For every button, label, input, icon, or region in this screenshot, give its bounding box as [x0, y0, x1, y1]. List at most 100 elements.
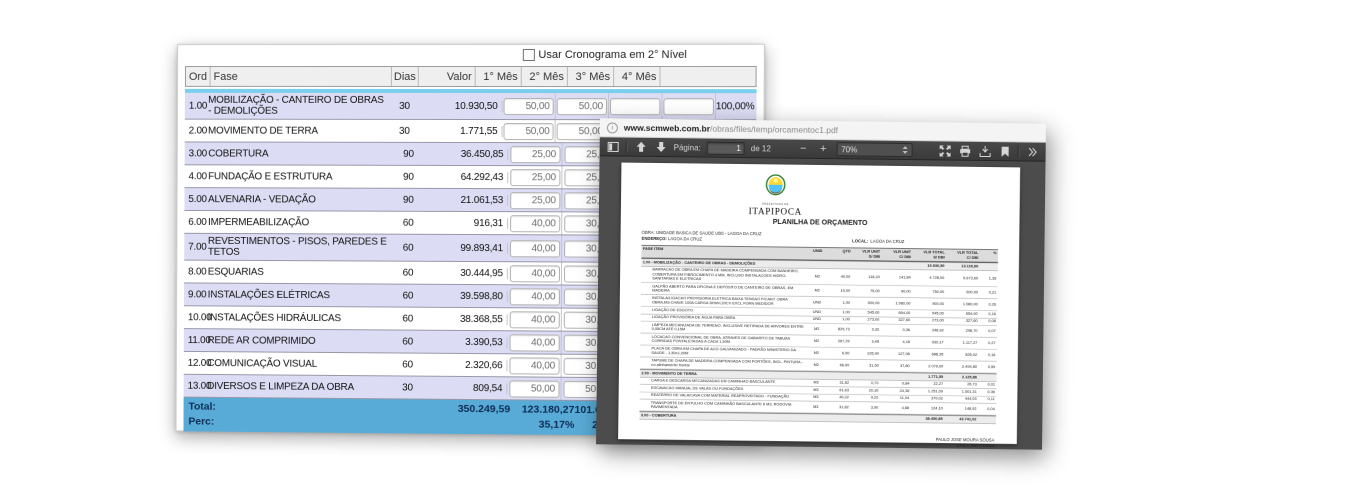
- row-mes-1-cell: 25,00: [508, 189, 562, 211]
- mes-4-percent-input[interactable]: [663, 98, 714, 115]
- mes-1-percent-input[interactable]: 40,00: [510, 215, 560, 232]
- row-valor: 36.450,85: [422, 148, 508, 159]
- row-valor: 1.771,55: [418, 125, 502, 136]
- row-dias: 60: [394, 267, 422, 278]
- row-valor: 3.390,53: [422, 336, 508, 348]
- page-count: de 12: [751, 144, 771, 153]
- row-mes-1-cell: 50,00: [503, 93, 556, 119]
- row-dias: 90: [395, 148, 423, 159]
- row-fase: REVESTIMENTOS - PISOS, PAREDES E TETOS: [208, 234, 394, 261]
- col-dias: Dias: [392, 67, 419, 86]
- usar-cronograma-label: Usar Cronograma em 2° Nível: [538, 49, 686, 61]
- row-ord: 11.00: [184, 335, 208, 346]
- page-up-icon[interactable]: [634, 140, 648, 154]
- total-mes-1: 123.180,27: [522, 403, 575, 415]
- cronograma-table-header: Ord Fase Dias Valor 1° Mês 2° Mês 3° Mês…: [185, 66, 757, 87]
- page-label: Página:: [674, 143, 701, 152]
- perc-mes-1: 35,17%: [539, 419, 575, 431]
- mes-1-percent-input[interactable]: 25,00: [510, 169, 560, 186]
- row-ord: 8.00: [184, 266, 208, 277]
- mes-1-percent-input[interactable]: 50,00: [503, 123, 553, 140]
- row-valor: 38.368,55: [422, 313, 508, 325]
- row-ord: 3.00: [185, 148, 209, 159]
- mes-1-percent-input[interactable]: 40,00: [509, 357, 559, 374]
- print-icon[interactable]: [958, 144, 972, 158]
- pdf-viewer-canvas[interactable]: PREFEITURA DE ITAPIPOCA PLANILHA DE ORÇA…: [596, 156, 1045, 449]
- row-fase: FUNDAÇÃO E ESTRUTURA: [208, 169, 394, 184]
- mes-1-percent-input[interactable]: 40,00: [509, 288, 559, 305]
- row-mes-1-cell: 40,00: [508, 308, 562, 330]
- mes-1-percent-input[interactable]: 25,00: [510, 192, 560, 209]
- url-text[interactable]: www.scmweb.com.br/obras/files/temp/orcam…: [624, 123, 838, 136]
- row-mes-1-cell: 25,00: [508, 166, 562, 188]
- row-dias: 30: [391, 100, 418, 111]
- usar-cronograma-checkbox[interactable]: [522, 49, 534, 61]
- mes-2-percent-input[interactable]: 50,00: [557, 98, 607, 115]
- signature-block: PAULO JOSE MOURA SOUSA CREA: 0607714984 …: [639, 433, 996, 449]
- row-dias: 30: [391, 125, 418, 136]
- usar-cronograma-row: Usar Cronograma em 2° Nível: [522, 49, 687, 61]
- row-dias: 60: [394, 336, 422, 347]
- row-valor: 39.598,80: [422, 290, 508, 301]
- row-ord: 12.00: [184, 357, 208, 368]
- col-percent: [660, 67, 755, 86]
- toolbar-divider: [1018, 145, 1020, 157]
- presentation-mode-icon[interactable]: [938, 143, 952, 157]
- row-valor: 99.893,41: [422, 242, 508, 253]
- row-valor: 64.292,43: [422, 171, 508, 182]
- col-mes-2: 2° Mês: [522, 67, 568, 86]
- total-label: Total:: [188, 401, 215, 413]
- col-ord: Ord: [186, 67, 211, 86]
- row-ord: 7.00: [184, 241, 208, 252]
- row-dias: 60: [394, 217, 422, 228]
- row-ord: 2.00: [185, 125, 208, 136]
- row-dias: 30: [394, 382, 422, 393]
- row-mes-2-cell: 50,00: [556, 93, 609, 119]
- row-valor: 809,54: [421, 382, 507, 394]
- endereco-line: ENDEREÇO: LAGOA DA CRUZ: [642, 237, 853, 246]
- mes-1-percent-input[interactable]: 40,00: [509, 240, 559, 257]
- row-mes-1-cell: 40,00: [508, 285, 562, 307]
- row-dias: 60: [394, 290, 422, 301]
- row-fase: IMPERMEABILIZAÇÃO: [208, 215, 394, 231]
- mes-1-percent-input[interactable]: 40,00: [509, 334, 559, 351]
- municipio-name: ITAPIPOCA: [733, 205, 817, 217]
- mes-1-percent-input[interactable]: 50,00: [504, 98, 554, 115]
- row-ord: 13.00: [184, 380, 208, 391]
- row-fase: COMUNICAÇÃO VISUAL: [207, 356, 393, 372]
- row-dias: 90: [394, 171, 422, 182]
- row-dias: 60: [394, 313, 422, 324]
- row-fase: ESQUARIAS: [208, 264, 394, 280]
- zoom-level-select[interactable]: 70%: [836, 142, 912, 157]
- mes-1-percent-input[interactable]: 50,00: [509, 380, 559, 397]
- itapipoca-seal-icon: [765, 174, 786, 198]
- pdf-page: PREFEITURA DE ITAPIPOCA PLANILHA DE ORÇA…: [618, 163, 1020, 444]
- row-dias: 90: [394, 194, 422, 205]
- zoom-in-button[interactable]: +: [816, 142, 830, 156]
- row-fase: INSTALAÇÕES HIDRÁULICAS: [208, 310, 394, 326]
- row-valor: 2.320,66: [422, 359, 508, 371]
- page-down-icon[interactable]: [654, 140, 668, 154]
- col-mes-4: 4° Mês: [614, 67, 660, 86]
- page-info-icon[interactable]: i: [607, 122, 618, 133]
- mes-1-percent-input[interactable]: 40,00: [509, 311, 559, 328]
- row-fase: MOBILIZAÇÃO - CANTEIRO DE OBRAS - DEMOLI…: [208, 93, 391, 119]
- mes-3-percent-input[interactable]: [610, 98, 660, 115]
- page-number-input[interactable]: 1: [707, 141, 745, 154]
- sidebar-toggle-icon[interactable]: [606, 139, 620, 153]
- row-dias: 60: [394, 359, 422, 370]
- pdf-viewer-window: i www.scmweb.com.br/obras/files/temp/orc…: [596, 118, 1046, 449]
- row-fase: MOVIMENTO DE TERRA: [208, 123, 391, 138]
- zoom-out-button[interactable]: −: [796, 142, 810, 156]
- bookmark-icon[interactable]: [998, 144, 1012, 158]
- row-valor: 21.061,53: [422, 194, 508, 205]
- col-valor: Valor: [419, 67, 476, 86]
- desktop-stage: Usar Cronograma em 2° Nível Ord Fase Dia…: [0, 0, 1356, 494]
- secondary-toolbar-toggle-icon[interactable]: [1026, 144, 1040, 158]
- row-mes-1-cell: 40,00: [508, 331, 562, 353]
- mes-1-percent-input[interactable]: 25,00: [510, 146, 560, 163]
- row-fase: ALVENARIA - VEDAÇÃO: [208, 192, 394, 208]
- download-icon[interactable]: [978, 144, 992, 158]
- mes-1-percent-input[interactable]: 40,00: [509, 265, 559, 282]
- row-ord: 10.00: [184, 312, 208, 323]
